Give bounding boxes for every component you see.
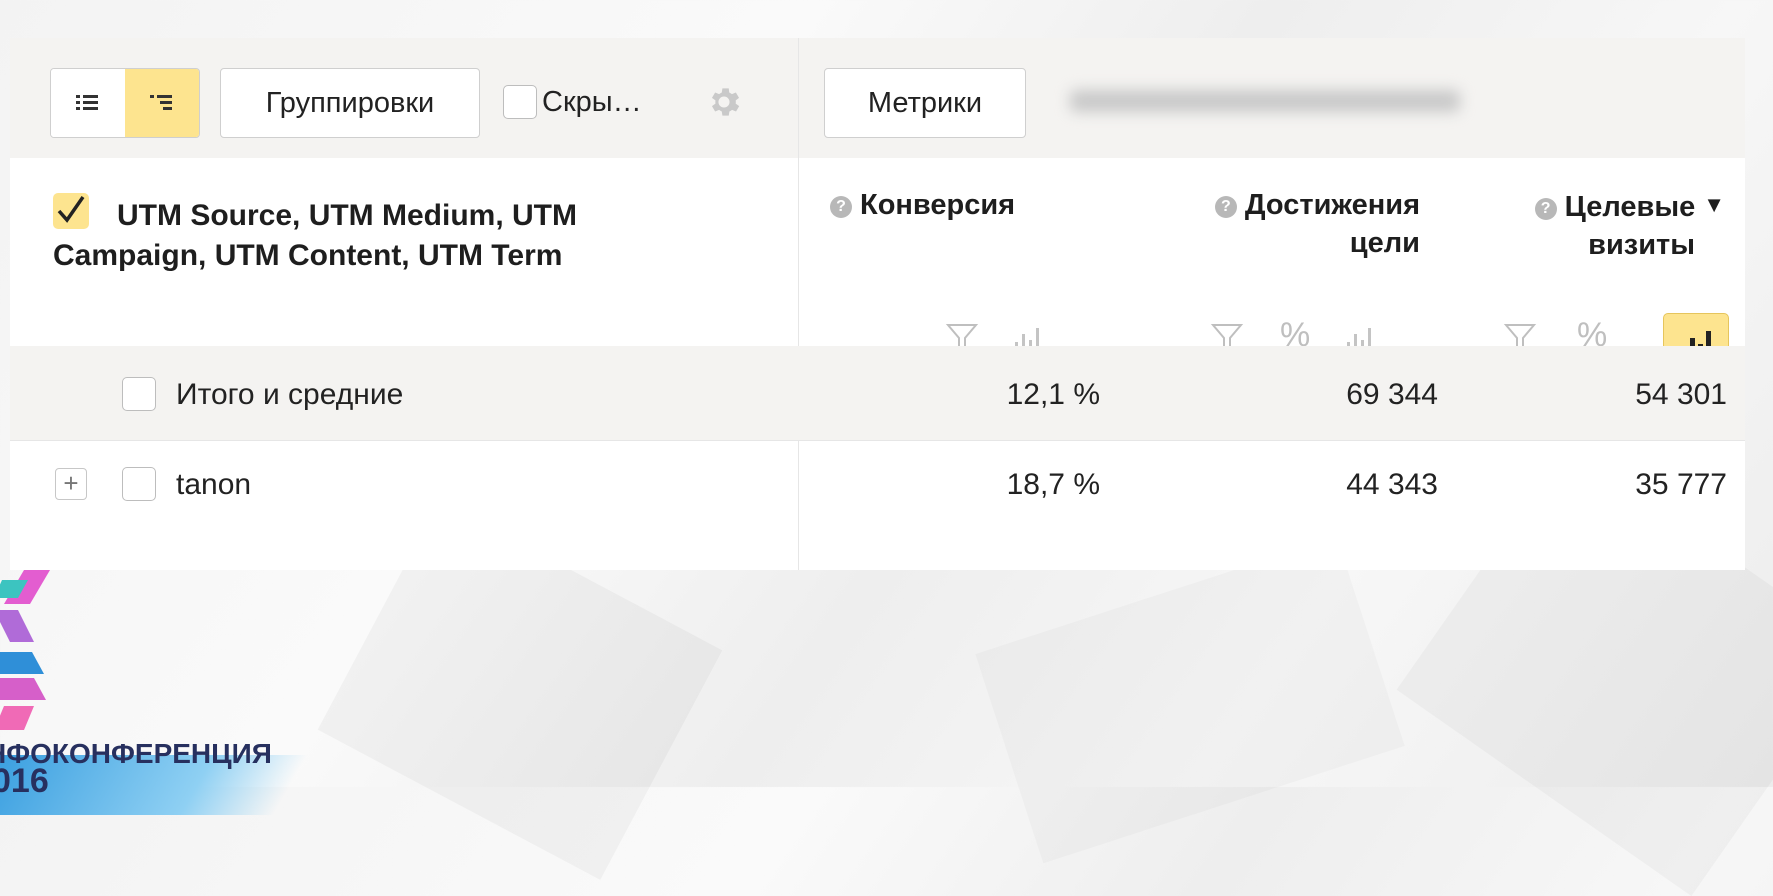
- column-label-line2: цели: [1349, 227, 1420, 259]
- row-label: Итого и средние: [176, 378, 404, 411]
- cell-goal-reaches: 44 343: [1346, 468, 1438, 501]
- column-divider: [798, 38, 799, 570]
- column-label-line2: визиты: [1588, 229, 1695, 261]
- help-icon[interactable]: ?: [830, 196, 852, 218]
- column-label: Конверсия: [860, 189, 1016, 221]
- background-shape: [975, 537, 1404, 864]
- groupings-label: Группировки: [265, 86, 435, 119]
- groupings-button[interactable]: Группировки: [220, 68, 480, 138]
- cell-target-visits: 54 301: [1635, 378, 1727, 411]
- tree-view-button[interactable]: [125, 69, 199, 137]
- row-label[interactable]: tanon: [176, 468, 251, 502]
- row-checkbox[interactable]: [122, 467, 156, 501]
- help-icon[interactable]: ?: [1214, 196, 1237, 218]
- metrics-button[interactable]: Метрики: [824, 68, 1026, 138]
- cell-goal-reaches: 69 344: [1346, 378, 1438, 411]
- list-view-button[interactable]: [51, 69, 126, 137]
- tree-icon: [150, 95, 172, 111]
- gear-icon[interactable]: [705, 83, 743, 121]
- cell-conversion: 12,1 %: [1006, 378, 1100, 411]
- conference-logo-mark: [0, 570, 50, 730]
- column-header-conversion[interactable]: ? Конверсия: [830, 186, 1015, 224]
- hide-checkbox[interactable]: [503, 85, 537, 119]
- logo-year: 016: [0, 762, 49, 800]
- cell-conversion: 18,7 %: [1006, 468, 1100, 501]
- row-checkbox[interactable]: [122, 377, 156, 411]
- cell-target-visits: 35 777: [1635, 468, 1727, 501]
- blurred-metrics-summary: [1070, 90, 1460, 112]
- hide-label: Скры…: [542, 86, 642, 118]
- expand-row-button[interactable]: +: [55, 468, 87, 500]
- metrics-label: Метрики: [867, 86, 983, 119]
- list-icon: [76, 95, 98, 111]
- column-header-target-visits[interactable]: ? Целевые ▼ визиты: [1440, 186, 1725, 264]
- column-label: Достижения: [1244, 189, 1420, 221]
- report-panel: Группировки Скры… Метрики UTM Source, UT…: [10, 38, 1745, 570]
- column-label: Целевые: [1564, 191, 1696, 223]
- sort-desc-icon[interactable]: ▼: [1703, 192, 1725, 217]
- dimension-header: UTM Source, UTM Medium, UTM Campaign, UT…: [53, 199, 577, 272]
- help-icon[interactable]: ?: [1534, 198, 1557, 220]
- view-mode-toggle: [50, 68, 200, 138]
- column-header-goal-reaches[interactable]: ? Достижения цели: [1130, 186, 1420, 262]
